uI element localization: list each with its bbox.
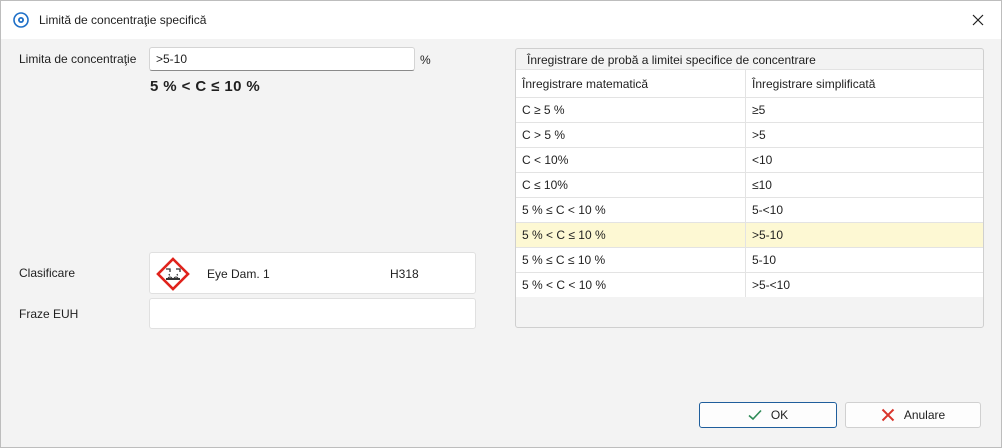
sample-records-group: Înregistrare de probă a limitei specific… bbox=[515, 48, 984, 328]
table-row[interactable]: 5 % ≤ C ≤ 10 % 5-10 bbox=[516, 247, 983, 272]
check-icon bbox=[748, 409, 762, 421]
classification-box[interactable]: Eye Dam. 1 H318 bbox=[149, 252, 476, 294]
cell-math: 5 % ≤ C < 10 % bbox=[516, 198, 746, 222]
cell-math: C ≥ 5 % bbox=[516, 98, 746, 122]
dialog-window: Limită de concentraţie specifică Limita … bbox=[0, 0, 1002, 448]
cell-math: 5 % < C < 10 % bbox=[516, 273, 746, 297]
classification-label: Clasificare bbox=[19, 266, 76, 280]
table-row[interactable]: C < 10% <10 bbox=[516, 147, 983, 172]
cell-simplified: 5-<10 bbox=[752, 203, 784, 217]
cell-math: C < 10% bbox=[516, 148, 746, 172]
table-row[interactable]: C ≤ 10% ≤10 bbox=[516, 172, 983, 197]
cell-math: 5 % < C ≤ 10 % bbox=[516, 223, 746, 247]
limit-input[interactable] bbox=[149, 47, 415, 71]
cancel-button[interactable]: Anulare bbox=[845, 402, 981, 428]
table-row[interactable]: 5 % < C ≤ 10 % >5-10 bbox=[516, 222, 983, 247]
window-title: Limită de concentraţie specifică bbox=[39, 13, 207, 27]
cell-simplified: ≤10 bbox=[752, 178, 772, 192]
table-row[interactable]: C > 5 % >5 bbox=[516, 122, 983, 147]
x-icon bbox=[881, 408, 895, 422]
close-button[interactable] bbox=[955, 1, 1001, 39]
close-icon bbox=[972, 14, 984, 26]
app-target-icon bbox=[13, 12, 29, 28]
ok-button[interactable]: OK bbox=[699, 402, 837, 428]
cancel-button-label: Anulare bbox=[903, 408, 946, 422]
table-row[interactable]: 5 % ≤ C < 10 % 5-<10 bbox=[516, 197, 983, 222]
classification-name: Eye Dam. 1 bbox=[207, 267, 270, 281]
table-header-row: Înregistrare matematică Înregistrare sim… bbox=[516, 69, 983, 97]
ok-button-label: OK bbox=[770, 408, 789, 422]
cell-simplified: ≥5 bbox=[752, 103, 766, 117]
euh-label: Fraze EUH bbox=[19, 307, 79, 321]
column-header-math[interactable]: Înregistrare matematică bbox=[516, 70, 746, 97]
sample-records-table: Înregistrare matematică Înregistrare sim… bbox=[516, 69, 983, 297]
cell-simplified: 5-10 bbox=[752, 253, 777, 267]
limit-label: Limita de concentraţie bbox=[19, 52, 137, 66]
cell-simplified: <10 bbox=[752, 153, 773, 167]
cell-math: C > 5 % bbox=[516, 123, 746, 147]
sample-records-title: Înregistrare de probă a limitei specific… bbox=[527, 53, 816, 67]
table-row[interactable]: 5 % < C < 10 % >5-<10 bbox=[516, 272, 983, 297]
title-bar: Limită de concentraţie specifică bbox=[1, 1, 1001, 39]
cell-simplified: >5-<10 bbox=[752, 278, 791, 292]
classification-code: H318 bbox=[390, 267, 419, 281]
unit-label: % bbox=[420, 53, 431, 67]
cell-math: C ≤ 10% bbox=[516, 173, 746, 197]
table-row[interactable]: C ≥ 5 % ≥5 bbox=[516, 97, 983, 122]
cell-math: 5 % ≤ C ≤ 10 % bbox=[516, 248, 746, 272]
euh-field[interactable] bbox=[149, 298, 476, 329]
cell-simplified: >5-10 bbox=[752, 228, 784, 242]
column-header-simplified[interactable]: Înregistrare simplificată bbox=[746, 70, 983, 97]
ghs05-corrosion-icon bbox=[156, 257, 190, 291]
limit-formula: 5 % < C ≤ 10 % bbox=[150, 78, 261, 95]
cell-simplified: >5 bbox=[752, 128, 766, 142]
